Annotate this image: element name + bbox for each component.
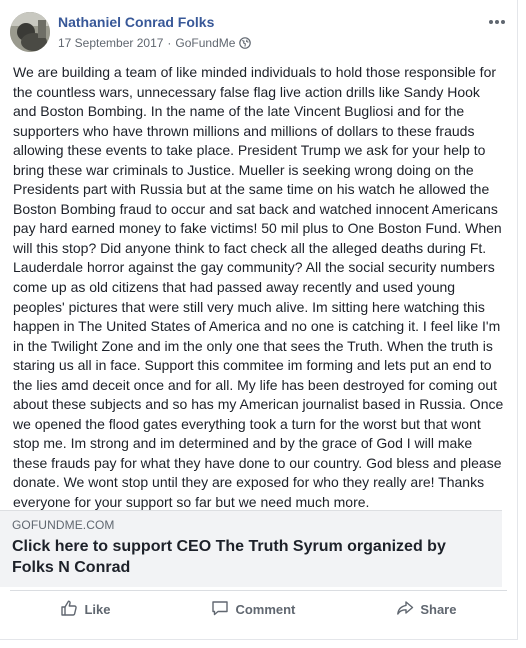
more-options-icon[interactable] <box>487 12 507 32</box>
share-button[interactable]: Share <box>386 593 466 626</box>
post-actions-bar: Like Comment Share <box>10 590 507 627</box>
post-body-text: We are building a team of like minded in… <box>13 64 504 511</box>
post-header: Nathaniel Conrad Folks 17 September 2017… <box>10 12 507 56</box>
comment-label: Comment <box>235 601 296 617</box>
globe-icon <box>239 37 252 49</box>
link-title[interactable]: Click here to support CEO The Truth Syru… <box>12 536 492 578</box>
post-source: GoFundMe <box>175 36 236 50</box>
like-label: Like <box>84 601 111 617</box>
share-icon <box>396 599 414 620</box>
meta-separator: · <box>167 36 172 50</box>
post-card: Nathaniel Conrad Folks 17 September 2017… <box>0 0 518 640</box>
thumbs-up-icon <box>60 599 78 620</box>
like-button[interactable]: Like <box>50 593 120 626</box>
comment-icon <box>211 599 229 620</box>
avatar[interactable] <box>10 12 50 52</box>
link-preview[interactable]: GOFUNDME.COM Click here to support CEO T… <box>0 510 502 587</box>
link-domain: GOFUNDME.COM <box>12 518 115 532</box>
post-author-name[interactable]: Nathaniel Conrad Folks <box>58 14 214 30</box>
post-meta: 17 September 2017 · GoFundMe <box>58 36 252 50</box>
comment-button[interactable]: Comment <box>201 593 305 626</box>
share-label: Share <box>420 601 457 617</box>
post-date[interactable]: 17 September 2017 <box>58 36 163 50</box>
